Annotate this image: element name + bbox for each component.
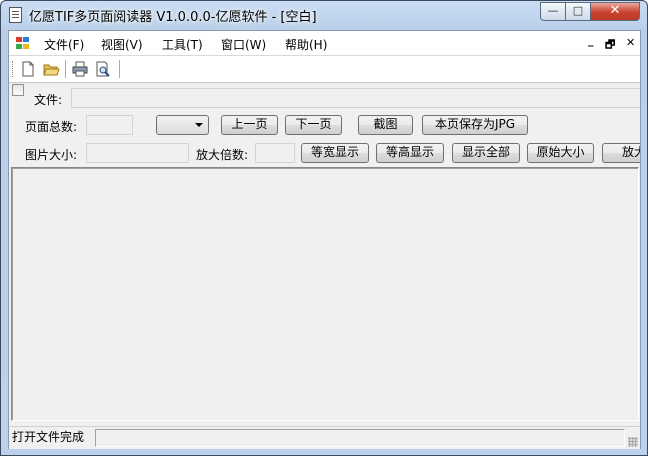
client-area: 文件(F) 视图(V) 工具(T) 窗口(W) 帮助(H) _ 🗗 ✕ 文件: … [8,30,641,449]
zoom-in-button[interactable]: 放大 [602,143,640,163]
page-total-label: 页面总数: [25,120,78,134]
status-bar: 打开文件完成 [9,426,640,449]
fit-height-button[interactable]: 等高显示 [376,143,444,163]
page-total-field[interactable] [86,115,133,135]
print-preview-icon[interactable] [94,60,112,78]
status-secondary [95,429,625,447]
image-size-label: 图片大小: [25,148,78,162]
app-window: 亿愿TIF多页面阅读器 V1.0.0.0-亿愿软件 - [空白] — □ ✕ 文… [0,0,648,456]
menu-help[interactable]: 帮助(H) [285,36,327,53]
page-select-dropdown[interactable] [156,115,209,135]
save-jpg-button[interactable]: 本页保存为JPG [422,115,528,135]
next-page-button[interactable]: 下一页 [285,115,342,135]
show-all-button[interactable]: 显示全部 [452,143,520,163]
menu-file[interactable]: 文件(F) [44,36,84,53]
mdi-restore-button[interactable]: 🗗 [605,36,615,55]
toolbar-grip[interactable] [12,61,16,77]
zoom-label: 放大倍数: [196,148,249,162]
new-icon[interactable] [19,60,37,78]
title-bar[interactable]: 亿愿TIF多页面阅读器 V1.0.0.0-亿愿软件 - [空白] — □ ✕ [1,1,647,29]
fit-width-button[interactable]: 等宽显示 [301,143,369,163]
mdi-minimize-button[interactable]: _ [588,34,594,47]
prev-page-button[interactable]: 上一页 [221,115,278,135]
original-size-button[interactable]: 原始大小 [527,143,594,163]
toolbar-separator [119,60,120,78]
print-icon[interactable] [71,60,89,78]
image-size-field[interactable] [86,143,189,163]
toolbar [9,56,640,83]
resize-grip[interactable] [628,437,638,447]
image-viewer[interactable] [11,167,639,421]
menu-tools[interactable]: 工具(T) [162,36,203,53]
mdi-close-button[interactable]: ✕ [626,36,635,49]
zoom-field[interactable] [255,143,295,163]
child-window-icon[interactable] [16,37,30,50]
menu-window[interactable]: 窗口(W) [221,36,266,53]
maximize-button[interactable]: □ [565,2,591,21]
status-text: 打开文件完成 [12,430,85,444]
open-folder-icon[interactable] [42,60,60,78]
menu-bar: 文件(F) 视图(V) 工具(T) 窗口(W) 帮助(H) _ 🗗 ✕ [9,31,640,56]
file-path-field[interactable] [71,88,640,108]
file-label: 文件: [34,93,63,107]
minimize-button[interactable]: — [540,2,566,21]
window-title: 亿愿TIF多页面阅读器 V1.0.0.0-亿愿软件 - [空白] [29,10,317,25]
main-panel: 文件: 页面总数: 上一页 下一页 截图 本页保存为JPG 图片大小: 放大倍数… [9,83,640,449]
menu-view[interactable]: 视图(V) [101,36,143,53]
close-button[interactable]: ✕ [590,2,640,21]
screenshot-button[interactable]: 截图 [358,115,413,135]
app-icon[interactable] [9,7,22,23]
toolbar-separator [65,60,66,78]
panel-checkbox[interactable] [12,84,24,96]
